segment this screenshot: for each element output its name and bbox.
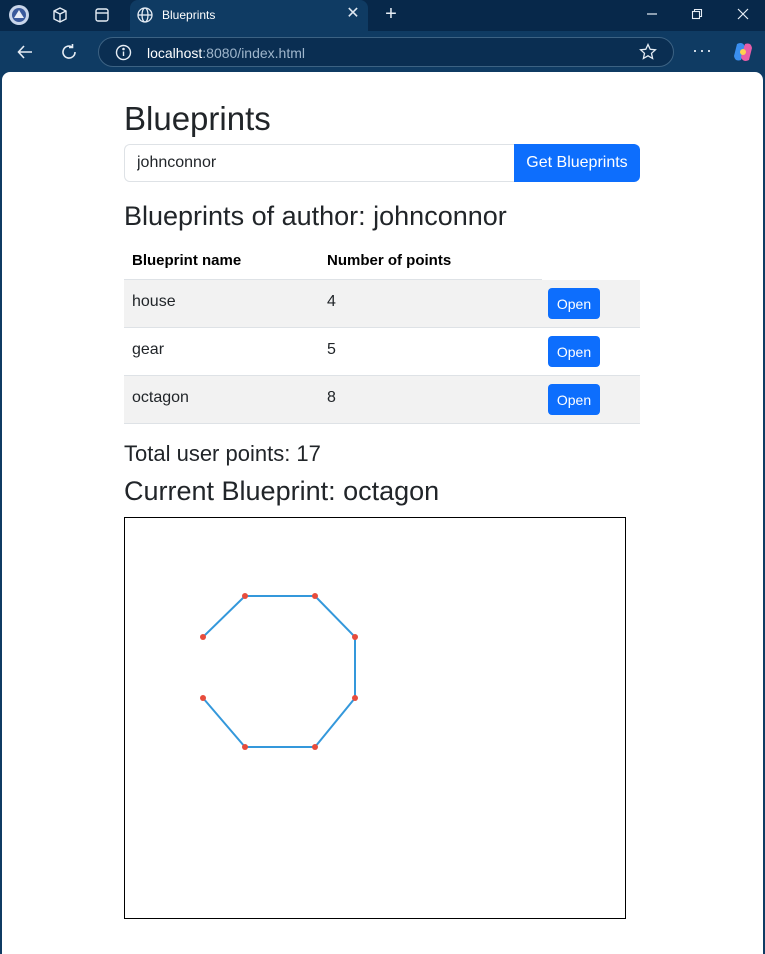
open-blueprint-button[interactable]: Open (548, 384, 600, 415)
open-blueprint-button[interactable]: Open (548, 336, 600, 367)
total-user-points: Total user points: 17 (124, 441, 321, 466)
table-header: Blueprint name Number of points (124, 240, 640, 280)
refresh-icon[interactable] (58, 41, 80, 63)
blueprint-point (312, 744, 318, 750)
close-window-icon[interactable] (733, 5, 753, 25)
points-cell: 4 (327, 293, 336, 310)
tab-blueprints[interactable]: Blueprints ✕ (130, 0, 368, 31)
blueprint-drawing (200, 593, 358, 750)
blueprint-point (312, 593, 318, 599)
tab-title: Blueprints (162, 8, 216, 22)
url-text: localhost:8080/index.html (147, 45, 305, 61)
close-tab-icon[interactable]: ✕ (344, 5, 362, 23)
profile-avatar-icon[interactable] (8, 4, 30, 26)
globe-icon (136, 6, 154, 29)
minimize-icon[interactable] (642, 5, 662, 25)
blueprint-canvas[interactable] (124, 517, 626, 919)
table-row: octagon 8 Open (124, 376, 640, 424)
points-cell: 8 (327, 389, 336, 406)
page-viewport: Blueprints Get Blueprints Blueprints of … (2, 72, 763, 954)
restore-icon[interactable] (687, 5, 707, 25)
blueprint-path (202, 595, 356, 748)
author-search-row: Get Blueprints (124, 144, 640, 182)
author-heading: Blueprints of author: johnconnor (124, 201, 507, 231)
table-row: house 4 Open (124, 280, 640, 328)
browser-tab-bar: Blueprints ✕ + (0, 0, 765, 31)
blueprint-point (242, 593, 248, 599)
blueprint-name-cell: house (132, 293, 176, 310)
url-host: localhost (147, 45, 203, 61)
header-number-of-points: Number of points (327, 252, 452, 269)
blueprint-point (352, 695, 358, 701)
open-blueprint-button[interactable]: Open (548, 288, 600, 319)
blueprint-name-cell: octagon (132, 389, 189, 406)
tab-actions-icon[interactable] (91, 4, 113, 26)
points-cell: 5 (327, 341, 336, 358)
blueprints-table: Blueprint name Number of points house 4 … (124, 240, 640, 424)
address-bar[interactable]: localhost:8080/index.html (98, 37, 674, 67)
browser-nav-bar: localhost:8080/index.html ··· (0, 31, 765, 72)
blueprint-point (242, 744, 248, 750)
table-row: gear 5 Open (124, 328, 640, 376)
new-tab-icon[interactable]: + (381, 4, 401, 24)
copilot-icon[interactable] (732, 41, 754, 63)
url-path: :8080/index.html (202, 45, 305, 61)
site-info-icon[interactable] (115, 44, 132, 66)
blueprint-point (200, 695, 206, 701)
blueprint-point (200, 634, 206, 640)
get-blueprints-button[interactable]: Get Blueprints (514, 144, 640, 182)
blueprint-point (352, 634, 358, 640)
favorite-star-icon[interactable] (639, 42, 657, 66)
back-arrow-icon[interactable] (14, 41, 36, 63)
current-blueprint-heading: Current Blueprint: octagon (124, 476, 440, 506)
more-options-icon[interactable]: ··· (692, 40, 713, 61)
page-title: Blueprints (124, 100, 271, 137)
blueprint-name-cell: gear (132, 341, 165, 358)
author-input[interactable] (124, 144, 515, 182)
workspaces-icon[interactable] (49, 4, 71, 26)
header-blueprint-name: Blueprint name (132, 252, 242, 269)
